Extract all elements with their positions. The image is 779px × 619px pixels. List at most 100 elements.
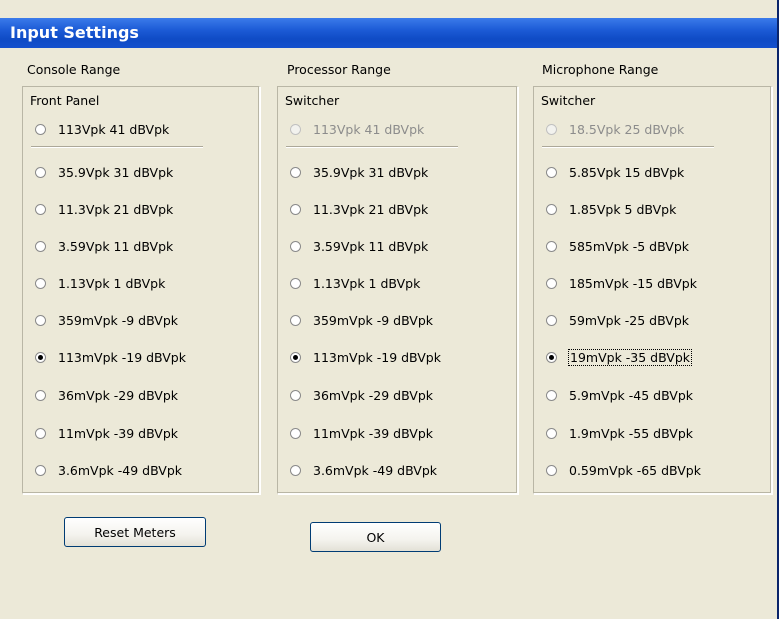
range-option[interactable]: 5.9mVpk -45 dBVpk xyxy=(546,385,693,405)
option-label: 113Vpk 41 dBVpk xyxy=(58,121,170,137)
range-option[interactable]: 19mVpk -35 dBVpk xyxy=(546,347,693,367)
option-label: 5.9mVpk -45 dBVpk xyxy=(569,387,693,403)
range-option[interactable]: 36mVpk -29 dBVpk xyxy=(290,385,433,405)
range-option[interactable]: 35.9Vpk 31 dBVpk xyxy=(290,162,428,182)
console-range-group: Front Panel 113Vpk 41 dBVpk 35.9Vpk 31 dB… xyxy=(22,86,260,494)
range-option[interactable]: 35.9Vpk 31 dBVpk xyxy=(35,162,173,182)
range-option[interactable]: 11.3Vpk 21 dBVpk xyxy=(290,199,428,219)
range-option[interactable]: 59mVpk -25 dBVpk xyxy=(546,310,689,330)
option-label: 113mVpk -19 dBVpk xyxy=(313,349,441,365)
range-option[interactable]: 11mVpk -39 dBVpk xyxy=(35,423,178,443)
radio-button[interactable] xyxy=(290,314,301,326)
radio-button[interactable] xyxy=(546,389,557,401)
reset-meters-button[interactable]: Reset Meters xyxy=(64,517,206,547)
radio-button[interactable] xyxy=(35,166,46,178)
range-option[interactable]: 113mVpk -19 dBVpk xyxy=(35,347,186,367)
radio-button[interactable] xyxy=(290,203,301,215)
range-option[interactable]: 1.9mVpk -55 dBVpk xyxy=(546,423,693,443)
range-option[interactable]: 5.85Vpk 15 dBVpk xyxy=(546,162,684,182)
radio-button[interactable] xyxy=(546,203,557,215)
radio-button[interactable] xyxy=(35,464,46,476)
option-label: 3.6mVpk -49 dBVpk xyxy=(313,462,437,478)
option-label: 1.13Vpk 1 dBVpk xyxy=(58,275,166,291)
range-option[interactable]: 1.13Vpk 1 dBVpk xyxy=(35,273,165,293)
option-label: 3.6mVpk -49 dBVpk xyxy=(58,462,182,478)
processor-range-group: Switcher 113Vpk 41 dBVpk 35.9Vpk 31 dBVpk… xyxy=(277,86,518,494)
option-label: 1.85Vpk 5 dBVpk xyxy=(569,201,677,217)
microphone-range-label: Microphone Range xyxy=(542,62,659,77)
option-label: 3.59Vpk 11 dBVpk xyxy=(313,238,429,254)
radio-button[interactable] xyxy=(35,123,46,135)
option-label: 59mVpk -25 dBVpk xyxy=(569,312,690,328)
option-label: 11.3Vpk 21 dBVpk xyxy=(58,201,174,217)
range-option: 18.5Vpk 25 dBVpk xyxy=(546,119,684,139)
radio-button[interactable] xyxy=(546,314,557,326)
ok-button[interactable]: OK xyxy=(310,522,441,552)
microphone-range-group: Switcher 18.5Vpk 25 dBVpk 5.85Vpk 15 dBVp… xyxy=(533,86,772,494)
radio-button[interactable] xyxy=(290,427,301,439)
range-option[interactable]: 359mVpk -9 dBVpk xyxy=(290,310,433,330)
option-label: 35.9Vpk 31 dBVpk xyxy=(313,164,429,180)
radio-button[interactable] xyxy=(35,427,46,439)
option-label: 36mVpk -29 dBVpk xyxy=(58,387,179,403)
radio-button[interactable] xyxy=(290,464,301,476)
range-option[interactable]: 3.59Vpk 11 dBVpk xyxy=(35,236,173,256)
radio-button-checked[interactable] xyxy=(290,351,301,363)
radio-button[interactable] xyxy=(35,314,46,326)
option-label: 359mVpk -9 dBVpk xyxy=(58,312,179,328)
range-option[interactable]: 1.85Vpk 5 dBVpk xyxy=(546,199,676,219)
range-option[interactable]: 11mVpk -39 dBVpk xyxy=(290,423,433,443)
radio-button[interactable] xyxy=(546,240,557,252)
radio-button[interactable] xyxy=(290,389,301,401)
radio-button[interactable] xyxy=(290,166,301,178)
option-label: 3.59Vpk 11 dBVpk xyxy=(58,238,174,254)
group-label-switcher: Switcher xyxy=(541,93,596,108)
option-label: 36mVpk -29 dBVpk xyxy=(313,387,434,403)
window-title: Input Settings xyxy=(10,23,139,42)
radio-button[interactable] xyxy=(35,203,46,215)
option-label: 585mVpk -5 dBVpk xyxy=(569,238,690,254)
range-option[interactable]: 11.3Vpk 21 dBVpk xyxy=(35,199,173,219)
option-label: 185mVpk -15 dBVpk xyxy=(569,275,697,291)
option-label: 11.3Vpk 21 dBVpk xyxy=(313,201,429,217)
radio-button[interactable] xyxy=(546,166,557,178)
input-settings-dialog: Input Settings Console Range Processor R… xyxy=(0,0,779,619)
option-label: 113mVpk -19 dBVpk xyxy=(58,349,186,365)
range-option[interactable]: 113mVpk -19 dBVpk xyxy=(290,347,441,367)
option-label: 11mVpk -39 dBVpk xyxy=(58,425,179,441)
range-option[interactable]: 36mVpk -29 dBVpk xyxy=(35,385,178,405)
range-option[interactable]: 359mVpk -9 dBVpk xyxy=(35,310,178,330)
radio-button-checked[interactable] xyxy=(35,351,46,363)
range-option[interactable]: 113Vpk 41 dBVpk xyxy=(35,119,169,139)
group-label-switcher: Switcher xyxy=(285,93,340,108)
option-label: 1.9mVpk -55 dBVpk xyxy=(569,425,693,441)
radio-button[interactable] xyxy=(35,389,46,401)
radio-button[interactable] xyxy=(290,277,301,289)
range-option[interactable]: 3.6mVpk -49 dBVpk xyxy=(35,460,182,480)
radio-button[interactable] xyxy=(546,464,557,476)
radio-button[interactable] xyxy=(546,427,557,439)
radio-button[interactable] xyxy=(35,240,46,252)
range-option[interactable]: 0.59mVpk -65 dBVpk xyxy=(546,460,701,480)
radio-button[interactable] xyxy=(546,277,557,289)
option-label: 0.59mVpk -65 dBVpk xyxy=(569,462,701,478)
option-label: 359mVpk -9 dBVpk xyxy=(313,312,434,328)
option-label: 18.5Vpk 25 dBVpk xyxy=(569,121,685,137)
radio-button[interactable] xyxy=(35,277,46,289)
range-option[interactable]: 185mVpk -15 dBVpk xyxy=(546,273,697,293)
range-option[interactable]: 3.6mVpk -49 dBVpk xyxy=(290,460,437,480)
option-label: 11mVpk -39 dBVpk xyxy=(313,425,434,441)
radio-button xyxy=(290,123,301,135)
range-option[interactable]: 585mVpk -5 dBVpk xyxy=(546,236,689,256)
option-label: 35.9Vpk 31 dBVpk xyxy=(58,164,174,180)
radio-button-checked[interactable] xyxy=(546,351,557,363)
processor-range-label: Processor Range xyxy=(287,62,391,77)
range-option[interactable]: 1.13Vpk 1 dBVpk xyxy=(290,273,420,293)
radio-button[interactable] xyxy=(290,240,301,252)
group-label-front-panel: Front Panel xyxy=(30,93,100,108)
title-bar[interactable]: Input Settings xyxy=(0,18,777,48)
separator xyxy=(31,146,203,148)
separator xyxy=(286,146,458,148)
option-label: 19mVpk -35 dBVpk xyxy=(567,348,693,366)
range-option[interactable]: 3.59Vpk 11 dBVpk xyxy=(290,236,428,256)
